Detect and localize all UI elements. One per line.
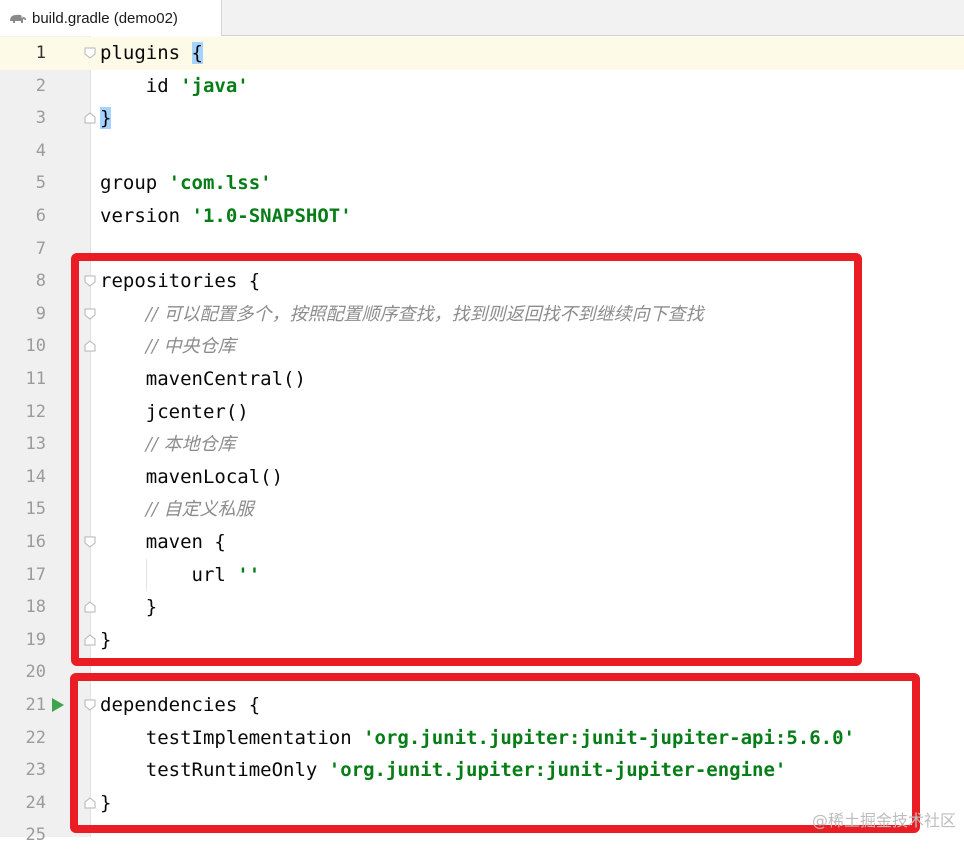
code-text: group 'com.lss' xyxy=(100,167,272,200)
line-number: 11 xyxy=(25,369,46,389)
line-number: 25 xyxy=(25,825,46,846)
line-number: 22 xyxy=(25,727,46,748)
fold-close-icon[interactable] xyxy=(83,111,97,125)
line-number: 14 xyxy=(25,466,46,487)
code-token: group xyxy=(100,172,169,195)
line-number: 21 xyxy=(25,695,46,715)
line-number: 18 xyxy=(25,597,46,618)
line-number: 24 xyxy=(25,792,46,813)
line-number: 23 xyxy=(25,760,46,781)
code-line[interactable]: 4 xyxy=(0,135,964,168)
line-number: 1 xyxy=(35,43,46,63)
line-number: 15 xyxy=(25,499,46,520)
line-number: 10 xyxy=(25,336,46,357)
line-number: 2 xyxy=(35,75,46,96)
line-number: 7 xyxy=(35,238,46,259)
line-number: 19 xyxy=(25,629,46,650)
gradle-elephant-icon xyxy=(10,14,26,23)
line-number: 13 xyxy=(25,434,46,455)
line-number: 8 xyxy=(35,271,46,292)
line-number: 9 xyxy=(35,303,46,324)
string-literal: 'com.lss' xyxy=(168,172,272,195)
code-token: version xyxy=(100,205,192,227)
dependencies-highlight-box xyxy=(70,673,920,833)
code-text: id 'java' xyxy=(100,70,249,103)
code-line[interactable]: 3} xyxy=(0,102,964,135)
code-token: id xyxy=(100,74,181,97)
line-number: 16 xyxy=(25,532,46,552)
code-line[interactable]: 1 plugins { xyxy=(0,37,964,70)
line-number: 12 xyxy=(25,401,46,422)
string-literal: 'java' xyxy=(180,74,249,97)
tab-build-gradle[interactable]: build.gradle (demo02) xyxy=(0,0,222,37)
code-line[interactable]: 2 id 'java' xyxy=(0,70,964,103)
line-number: 3 xyxy=(35,108,46,129)
repositories-highlight-box xyxy=(71,253,862,666)
editor-tab-bar: build.gradle (demo02) xyxy=(0,0,964,37)
line-number: 5 xyxy=(35,173,46,194)
code-token: plugins xyxy=(100,42,192,64)
string-literal: '1.0-SNAPSHOT' xyxy=(191,205,352,227)
run-icon[interactable] xyxy=(52,698,64,712)
code-text: version '1.0-SNAPSHOT' xyxy=(100,200,352,233)
code-line[interactable]: 6 version '1.0-SNAPSHOT' xyxy=(0,200,964,233)
line-number: 17 xyxy=(25,564,46,585)
code-token: { xyxy=(191,42,203,64)
tab-title: build.gradle (demo02) xyxy=(32,9,178,27)
line-number: 4 xyxy=(35,140,46,161)
line-number: 6 xyxy=(35,206,46,226)
code-text: } xyxy=(100,102,112,135)
code-text: plugins { xyxy=(100,37,203,70)
code-line[interactable]: 5 group 'com.lss' xyxy=(0,167,964,200)
line-number: 20 xyxy=(25,662,46,683)
fold-open-icon[interactable] xyxy=(83,46,97,60)
code-token: } xyxy=(100,107,112,130)
watermark: @稀土掘金技术社区 xyxy=(811,811,956,830)
